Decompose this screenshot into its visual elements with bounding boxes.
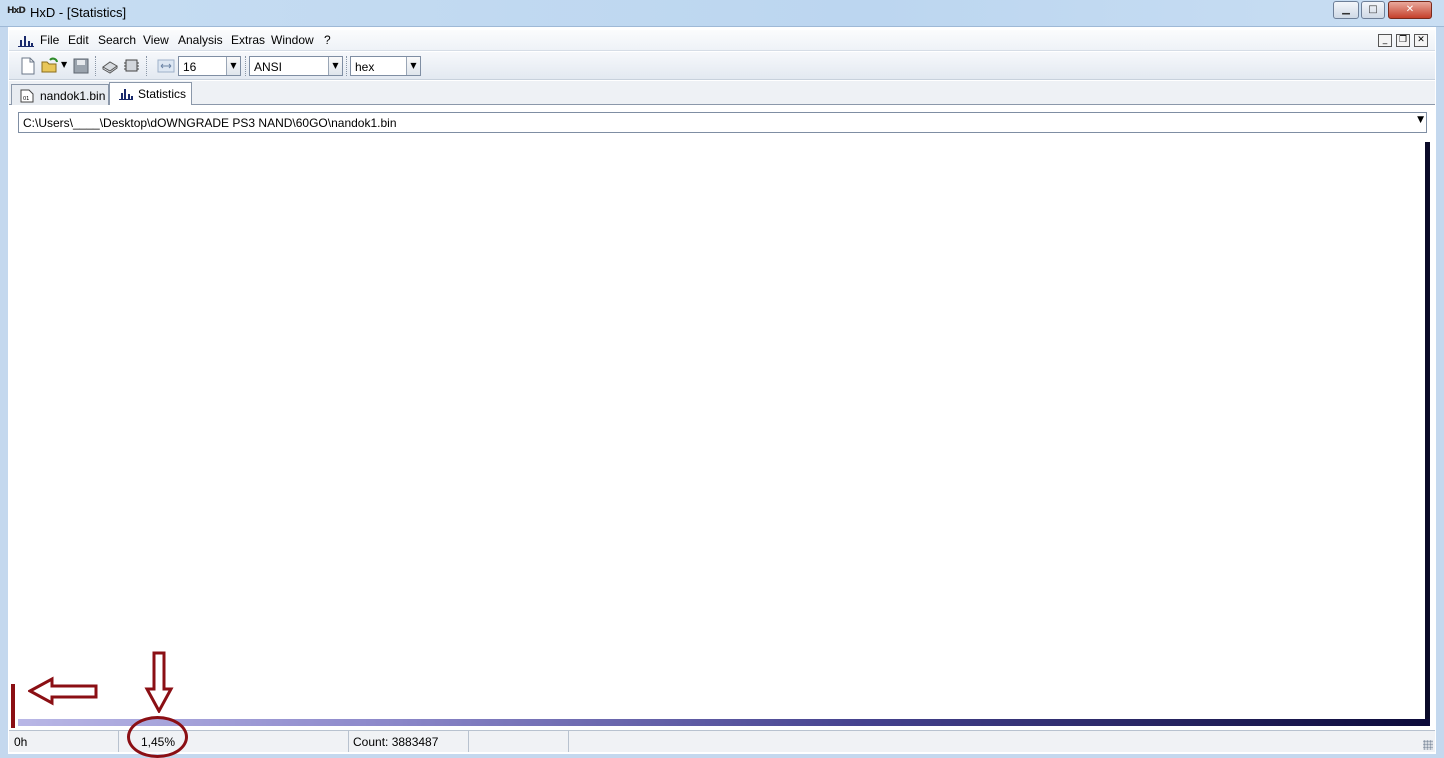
minimize-button[interactable]: ▁: [1333, 1, 1359, 19]
file-path-select[interactable]: C:\Users\____\Desktop\dOWNGRADE PS3 NAND…: [18, 112, 1427, 133]
byte-distribution-bar[interactable]: [18, 719, 1430, 726]
status-offset: 0h: [14, 735, 28, 749]
chevron-down-icon[interactable]: ▼: [406, 57, 420, 75]
open-ram-icon[interactable]: [123, 57, 141, 75]
statistics-icon: [119, 89, 133, 100]
document-tab-bar: 01 nandok1.bin Statistics: [9, 81, 1435, 105]
charset-value: ANSI: [254, 60, 283, 74]
svg-text:01: 01: [23, 96, 29, 102]
save-icon[interactable]: [72, 57, 90, 75]
bytes-per-row-value: 16: [183, 60, 197, 74]
menu-bar: File Edit Search View Analysis Extras Wi…: [9, 30, 1435, 51]
hex-file-icon: 01: [20, 89, 34, 103]
offset-base-value: hex: [355, 60, 375, 74]
statistics-icon[interactable]: [17, 34, 35, 48]
toolbar-separator: [146, 56, 148, 76]
menu-search[interactable]: Search: [98, 33, 136, 47]
resize-grip-icon[interactable]: [1423, 740, 1433, 750]
toolbar: ▼ 16 ▼ ANSI ▼ hex ▼: [9, 52, 1435, 80]
statistics-chart-area[interactable]: [10, 135, 1434, 728]
open-disk-icon[interactable]: [101, 57, 119, 75]
charset-select[interactable]: ANSI ▼: [249, 56, 343, 76]
new-file-icon[interactable]: [19, 57, 37, 75]
annotation-down-arrow-icon: [144, 651, 174, 713]
menu-analysis[interactable]: Analysis: [178, 33, 223, 47]
file-path-value: C:\Users\____\Desktop\dOWNGRADE PS3 NAND…: [23, 116, 397, 130]
toolbar-separator: [346, 56, 348, 76]
hxd-app-icon[interactable]: HxD: [7, 6, 26, 20]
toolbar-separator: [95, 56, 97, 76]
offset-base-select[interactable]: hex ▼: [350, 56, 421, 76]
title-bar: HxD HxD - [Statistics] ▁ □ ✕: [0, 0, 1444, 27]
tab-statistics[interactable]: Statistics: [109, 82, 192, 105]
status-offset-cell: 0h: [9, 731, 119, 752]
menu-window[interactable]: Window: [271, 33, 314, 47]
mdi-close-button[interactable]: ✕: [1414, 34, 1428, 47]
status-empty-cell: [469, 731, 569, 752]
menu-extras[interactable]: Extras: [231, 33, 265, 47]
tab-nandok1[interactable]: 01 nandok1.bin: [11, 84, 109, 105]
chevron-down-icon[interactable]: ▼: [1417, 115, 1424, 125]
maximize-button[interactable]: □: [1361, 1, 1385, 19]
status-bar: 0h 1,45% Count: 3883487: [9, 730, 1435, 752]
mdi-minimize-button[interactable]: _: [1378, 34, 1392, 47]
chart-right-border: [1425, 142, 1430, 726]
window-title: HxD - [Statistics]: [30, 5, 127, 20]
annotation-circle: [127, 716, 188, 758]
close-button[interactable]: ✕: [1388, 1, 1432, 19]
bytes-per-row-icon: [157, 59, 175, 73]
menu-help[interactable]: ?: [324, 33, 331, 47]
annotation-left-arrow-icon: [28, 676, 98, 706]
mdi-restore-button[interactable]: ❐: [1396, 34, 1410, 47]
chevron-down-icon[interactable]: ▼: [226, 57, 240, 75]
menu-edit[interactable]: Edit: [68, 33, 89, 47]
menu-view[interactable]: View: [143, 33, 169, 47]
chevron-down-icon[interactable]: ▼: [328, 57, 342, 75]
menu-file[interactable]: File: [40, 33, 59, 47]
status-count-cell: Count: 3883487: [349, 731, 469, 752]
status-count: Count: 3883487: [353, 735, 439, 749]
open-file-icon[interactable]: [41, 57, 59, 75]
tab-label: nandok1.bin: [40, 89, 106, 103]
annotation-marker-bar: [11, 684, 15, 728]
toolbar-separator: [245, 56, 247, 76]
open-dropdown-arrow-icon[interactable]: ▼: [61, 60, 67, 69]
tab-label: Statistics: [138, 87, 187, 101]
bytes-per-row-select[interactable]: 16 ▼: [178, 56, 241, 76]
